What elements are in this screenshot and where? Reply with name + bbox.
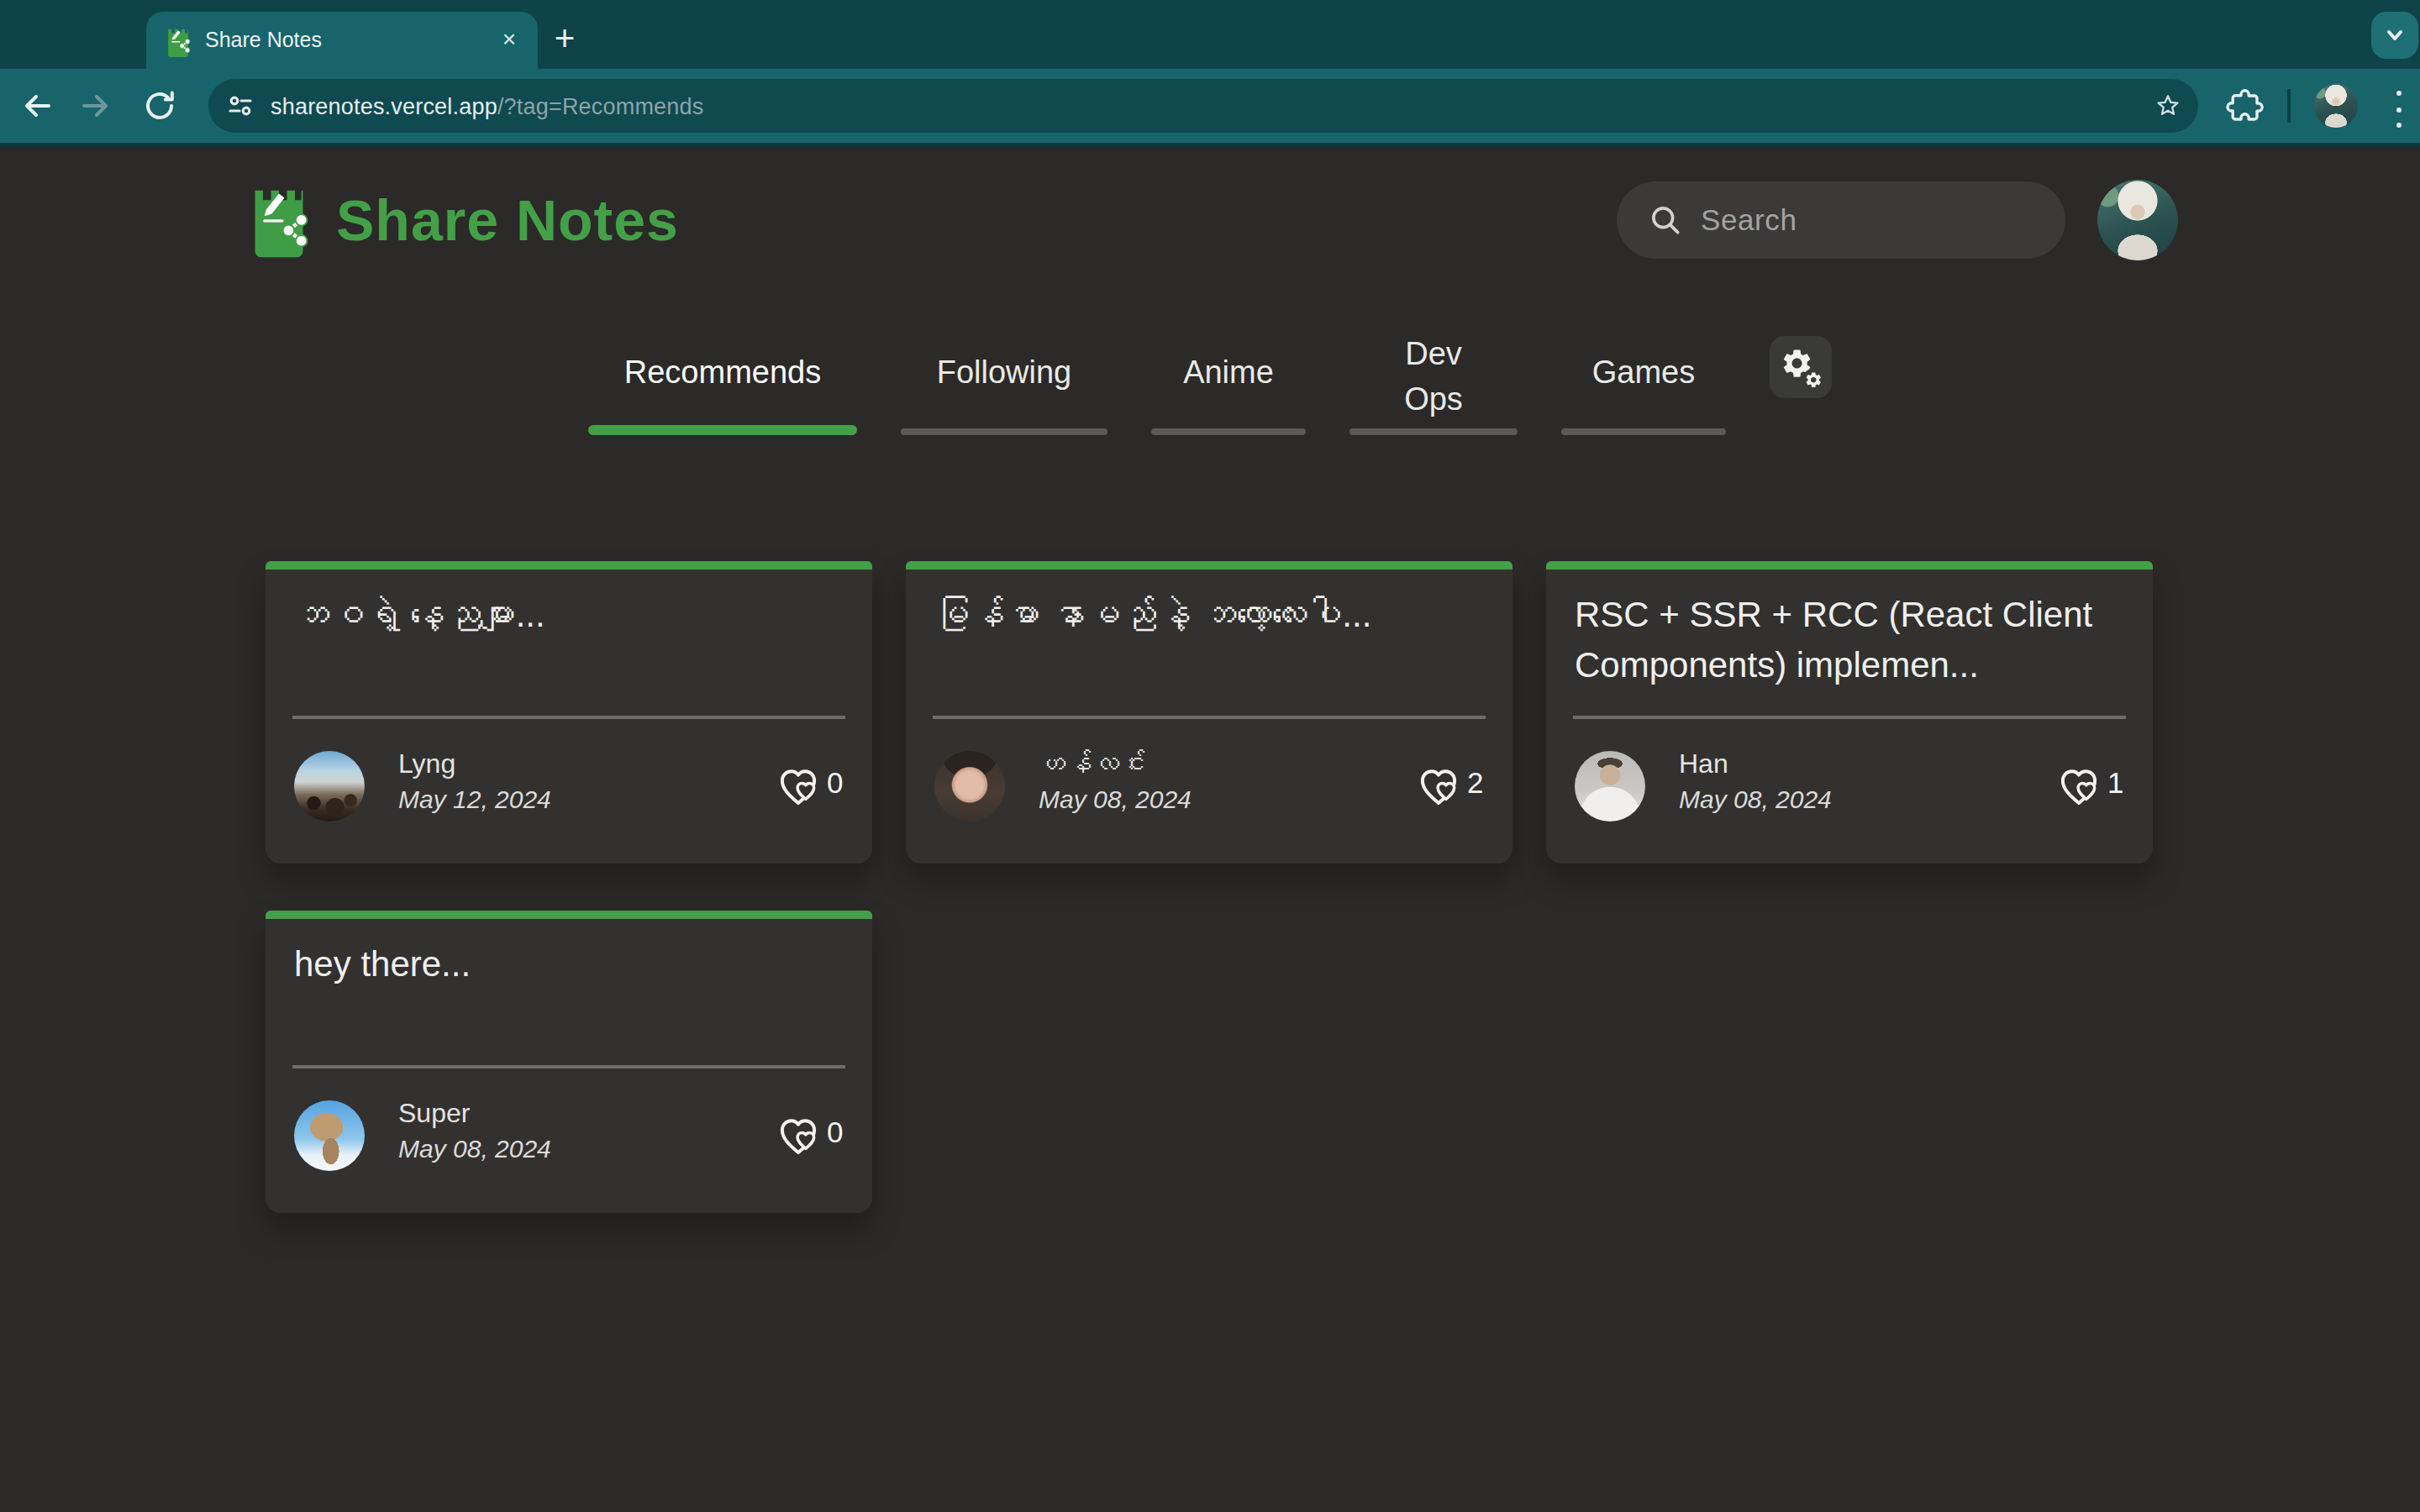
- reload-button[interactable]: [139, 86, 180, 126]
- url-text[interactable]: sharenotes.vercel.app/?tag=Recommends: [271, 93, 703, 118]
- nav-tabs: Recommends Following Anime Dev Ops Games: [0, 318, 2420, 435]
- author-name: Super: [398, 1099, 470, 1129]
- card-divider: [292, 1065, 845, 1068]
- note-card[interactable]: hey there... Super May 08, 2024 0: [266, 911, 872, 1213]
- browser-tab[interactable]: Share Notes ×: [146, 12, 538, 69]
- tab-close-icon[interactable]: ×: [496, 27, 523, 54]
- likes-heart-icon[interactable]: [2055, 763, 2102, 810]
- tab-search-chevron-button[interactable]: [2371, 12, 2418, 59]
- browser-profile-avatar[interactable]: [2314, 84, 2358, 128]
- search-icon: [1647, 202, 1684, 239]
- address-bar[interactable]: sharenotes.vercel.app/?tag=Recommends: [208, 79, 2198, 133]
- notes-grid: ဘဝရဲ့ နေ့ညများ... Lyng May 12, 2024 0 မြ…: [266, 561, 2153, 1213]
- site-info-icon[interactable]: [225, 91, 255, 121]
- search-box[interactable]: Search: [1617, 181, 2065, 259]
- forward-button[interactable]: [76, 86, 116, 126]
- tab-recommends[interactable]: Recommends: [588, 318, 857, 435]
- likes-count: 1: [2107, 766, 2123, 801]
- gear-icon: [1777, 344, 1824, 391]
- note-title: ဘဝရဲ့ နေ့ညများ...: [294, 590, 844, 640]
- back-button[interactable]: [17, 86, 57, 126]
- note-card[interactable]: မြန်မာ နာမည်နဲ့ ဘလော့လေးပါ... ဟန်လင်း Ma…: [906, 561, 1512, 864]
- author-name: ဟန်လင်း: [1039, 749, 1146, 780]
- author-avatar: [294, 1100, 365, 1171]
- note-title: RSC + SSR + RCC (React Client Components…: [1575, 590, 2124, 690]
- card-divider: [292, 716, 845, 718]
- author-name: Han: [1679, 749, 1728, 780]
- author-avatar: [1575, 751, 1645, 822]
- author-avatar: [934, 751, 1005, 822]
- note-card[interactable]: RSC + SSR + RCC (React Client Components…: [1546, 561, 2153, 864]
- search-placeholder: Search: [1701, 202, 1797, 238]
- tab-dev-ops[interactable]: Dev Ops: [1349, 318, 1518, 435]
- settings-button[interactable]: [1770, 336, 1832, 398]
- likes-heart-icon[interactable]: [775, 1112, 822, 1159]
- browser-menu-icon[interactable]: [2391, 87, 2405, 131]
- note-date: May 08, 2024: [398, 1134, 551, 1163]
- note-date: May 12, 2024: [398, 785, 551, 813]
- user-avatar[interactable]: [2097, 180, 2178, 260]
- likes-count: 0: [827, 766, 843, 801]
- note-date: May 08, 2024: [1679, 785, 1832, 813]
- note-card[interactable]: ဘဝရဲ့ နေ့ညများ... Lyng May 12, 2024 0: [266, 561, 872, 864]
- likes-count: 2: [1467, 766, 1483, 801]
- app-logo: [247, 180, 311, 259]
- page-title: Share Notes: [336, 188, 679, 254]
- app-favicon: [165, 24, 192, 56]
- toolbar-divider: [2287, 89, 2290, 123]
- note-title: မြန်မာ နာမည်နဲ့ ဘလော့လေးပါ...: [934, 590, 1484, 640]
- new-tab-button[interactable]: +: [541, 17, 588, 64]
- note-date: May 08, 2024: [1039, 785, 1192, 813]
- note-title: hey there...: [294, 939, 844, 990]
- author-name: Lyng: [398, 749, 455, 780]
- tab-title: Share Notes: [205, 29, 496, 52]
- extensions-icon[interactable]: [2225, 86, 2265, 126]
- card-divider: [1573, 716, 2126, 718]
- card-accent-bar: [266, 911, 872, 919]
- tab-following[interactable]: Following: [901, 318, 1107, 435]
- card-accent-bar: [1546, 561, 2153, 570]
- card-accent-bar: [906, 561, 1512, 570]
- bookmark-star-icon[interactable]: [2153, 91, 2183, 121]
- likes-heart-icon[interactable]: [775, 763, 822, 810]
- card-divider: [933, 716, 1486, 718]
- card-accent-bar: [266, 561, 872, 570]
- likes-heart-icon[interactable]: [1415, 763, 1462, 810]
- tab-anime[interactable]: Anime: [1151, 318, 1306, 435]
- likes-count: 0: [827, 1116, 843, 1151]
- tab-games[interactable]: Games: [1561, 318, 1726, 435]
- author-avatar: [294, 751, 365, 822]
